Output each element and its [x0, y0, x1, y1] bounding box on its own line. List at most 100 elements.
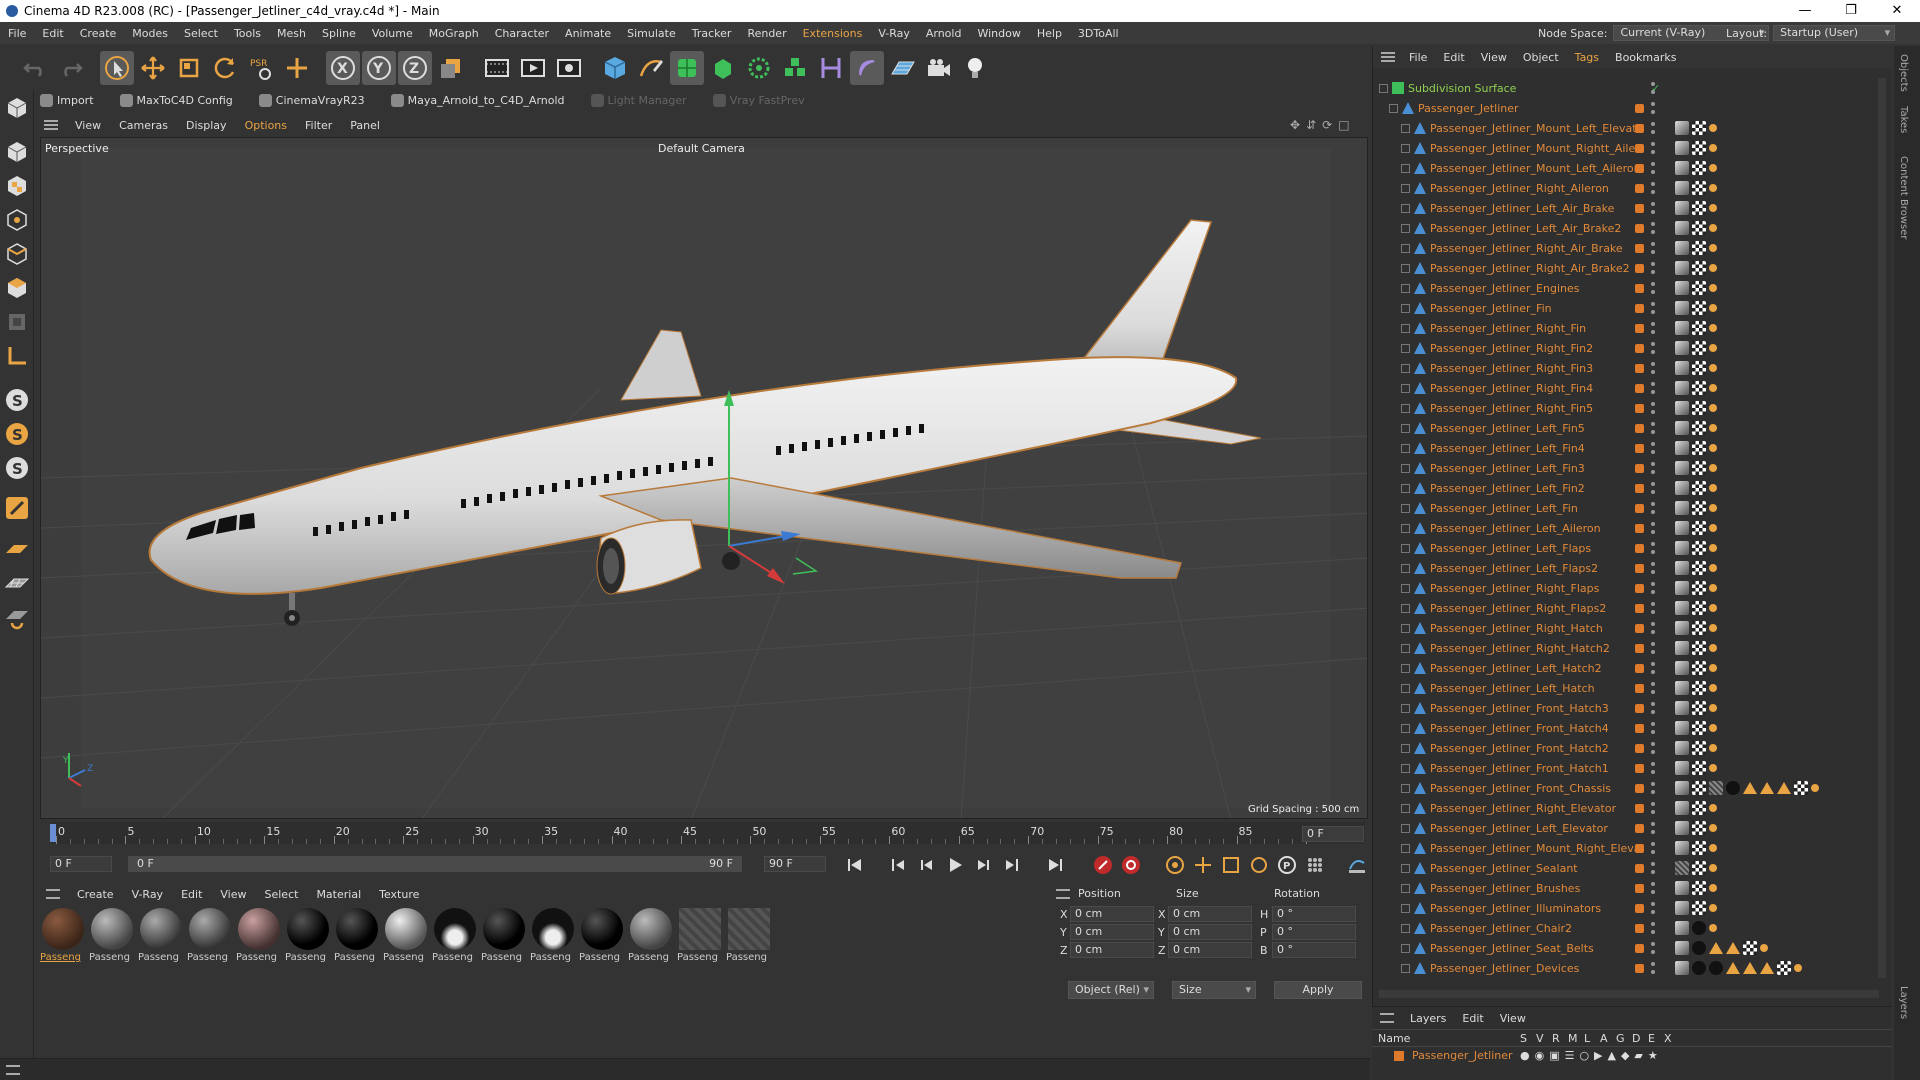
uvw-tag-icon[interactable] — [1692, 501, 1706, 515]
object-name[interactable]: Passenger_Jetliner_Left_Fin2 — [1430, 482, 1640, 495]
texture-tag-icon[interactable] — [1794, 964, 1802, 972]
expand-toggle-icon[interactable] — [1401, 603, 1410, 613]
object-row[interactable]: Passenger_Jetliner_Right_Fin5 — [1373, 398, 1883, 418]
texture-tag-icon[interactable] — [1709, 124, 1717, 132]
menu-select[interactable]: Select — [176, 27, 226, 40]
position-field[interactable]: 0 cm — [1070, 942, 1154, 958]
layer-color-dot[interactable] — [1635, 283, 1644, 293]
timeline-window-icon[interactable] — [1346, 854, 1368, 876]
3d-viewport[interactable]: Perspective Default Camera Grid Spacing … — [40, 137, 1368, 819]
visibility-toggle[interactable] — [1651, 782, 1655, 794]
object-hscrollbar[interactable] — [1379, 990, 1879, 998]
toggle-view-icon[interactable]: □ — [1338, 118, 1349, 132]
visibility-toggle[interactable] — [1651, 202, 1655, 214]
visibility-toggle[interactable] — [1651, 302, 1655, 314]
texture-tag-icon[interactable] — [1709, 604, 1717, 612]
visibility-toggle[interactable] — [1651, 902, 1655, 914]
expand-toggle-icon[interactable] — [1401, 463, 1410, 473]
menu-tools[interactable]: Tools — [226, 27, 269, 40]
layer-color-dot[interactable] — [1635, 563, 1644, 573]
coords-hamburger-icon[interactable] — [1056, 889, 1070, 899]
layer-color-dot[interactable] — [1635, 383, 1644, 393]
key-point-level-icon[interactable] — [1304, 854, 1326, 876]
phong-tag-icon[interactable] — [1675, 621, 1689, 635]
object-row[interactable]: Passenger_Jetliner_Left_Fin — [1373, 498, 1883, 518]
expand-toggle-icon[interactable] — [1401, 583, 1410, 593]
previous-key-icon[interactable] — [888, 854, 910, 876]
phong-tag-icon[interactable] — [1675, 161, 1689, 175]
snap-settings-icon[interactable]: S — [2, 418, 32, 450]
texture-tag-icon[interactable] — [1709, 224, 1717, 232]
uvw-tag-icon[interactable] — [1692, 621, 1706, 635]
material-tag-icon[interactable] — [1709, 961, 1723, 975]
expand-toggle-icon[interactable] — [1401, 363, 1410, 373]
position-field[interactable]: 0 cm — [1070, 924, 1154, 940]
phong-tag-icon[interactable] — [1675, 141, 1689, 155]
object-row[interactable]: Passenger_Jetliner_Left_Aileron — [1373, 518, 1883, 538]
uvw-tag-icon[interactable] — [1692, 681, 1706, 695]
material-swatch[interactable]: Passeng — [138, 908, 184, 968]
warning-tag-icon[interactable] — [1743, 962, 1757, 974]
object-row[interactable]: Passenger_Jetliner_Left_Fin4 — [1373, 438, 1883, 458]
texture-tag-icon[interactable] — [1709, 824, 1717, 832]
expand-toggle-icon[interactable] — [1401, 183, 1410, 193]
phong-tag-icon[interactable] — [1675, 581, 1689, 595]
object-name[interactable]: Passenger_Jetliner_Left_Hatch — [1430, 682, 1640, 695]
add-tool-icon[interactable] — [280, 51, 314, 85]
uvw-tag-icon[interactable] — [1692, 141, 1706, 155]
phong-tag-icon[interactable] — [1675, 761, 1689, 775]
object-menu-tags[interactable]: Tags — [1567, 51, 1607, 64]
expand-toggle-icon[interactable] — [1401, 843, 1410, 853]
phong-tag-icon[interactable] — [1675, 841, 1689, 855]
make-editable-icon[interactable] — [2, 92, 32, 124]
uvw-tag-icon[interactable] — [1692, 601, 1706, 615]
layer-color-dot[interactable] — [1635, 323, 1644, 333]
expand-toggle-icon[interactable] — [1401, 563, 1410, 573]
phong-tag-icon[interactable] — [1675, 881, 1689, 895]
visibility-toggle[interactable] — [1651, 442, 1655, 454]
visibility-toggle[interactable] — [1651, 802, 1655, 814]
planar-workplane-icon[interactable] — [2, 602, 32, 634]
visibility-toggle[interactable] — [1651, 862, 1655, 874]
phong-tag-icon[interactable] — [1675, 941, 1689, 955]
light-icon[interactable] — [958, 51, 992, 85]
material-menu-create[interactable]: Create — [68, 888, 123, 901]
object-row[interactable]: Subdivision Surface ✓ — [1373, 78, 1883, 98]
phong-tag-icon[interactable] — [1675, 401, 1689, 415]
object-menu-edit[interactable]: Edit — [1435, 51, 1472, 64]
visibility-toggle[interactable] — [1651, 542, 1655, 554]
texture-tag-icon[interactable] — [1709, 524, 1717, 532]
object-row[interactable]: Passenger_Jetliner_Right_Air_Brake2 — [1373, 258, 1883, 278]
uvw-tag-icon[interactable] — [1692, 281, 1706, 295]
expand-toggle-icon[interactable] — [1401, 263, 1410, 273]
visibility-toggle[interactable] — [1651, 682, 1655, 694]
phong-tag-icon[interactable] — [1675, 341, 1689, 355]
object-row[interactable]: Passenger_Jetliner_Left_Air_Brake — [1373, 198, 1883, 218]
object-name[interactable]: Passenger_Jetliner_Left_Air_Brake2 — [1430, 222, 1640, 235]
layer-color-dot[interactable] — [1635, 443, 1644, 453]
minimize-button[interactable]: — — [1782, 0, 1828, 22]
object-name[interactable]: Passenger_Jetliner_Front_Hatch2 — [1430, 742, 1640, 755]
visibility-toggle[interactable] — [1651, 602, 1655, 614]
menu-spline[interactable]: Spline — [314, 27, 364, 40]
material-swatch[interactable]: Passeng — [628, 908, 674, 968]
object-name[interactable]: Passenger_Jetliner_Fin — [1430, 302, 1640, 315]
object-menu-view[interactable]: View — [1473, 51, 1515, 64]
phong-tag-icon[interactable] — [1675, 741, 1689, 755]
phong-tag-icon[interactable] — [1675, 521, 1689, 535]
object-row[interactable]: Passenger_Jetliner_Mount_Rightt_Aileron — [1373, 138, 1883, 158]
layer-menu-view[interactable]: View — [1492, 1012, 1534, 1025]
soft-selection-icon[interactable] — [2, 492, 32, 524]
object-name[interactable]: Passenger_Jetliner_Mount_Right_Elevator — [1430, 842, 1640, 855]
next-frame-icon[interactable] — [972, 854, 994, 876]
phong-tag-icon[interactable] — [1675, 301, 1689, 315]
cube-icon[interactable] — [598, 51, 632, 85]
expand-toggle-icon[interactable] — [1401, 163, 1410, 173]
material-tag-icon[interactable] — [1709, 781, 1723, 795]
viewport-hamburger-icon[interactable] — [44, 120, 58, 130]
viewport-menu-panel[interactable]: Panel — [341, 119, 389, 132]
phong-tag-icon[interactable] — [1675, 861, 1689, 875]
viewport-menu-display[interactable]: Display — [177, 119, 236, 132]
apply-button[interactable]: Apply — [1274, 981, 1362, 999]
uvw-tag-icon[interactable] — [1692, 121, 1706, 135]
